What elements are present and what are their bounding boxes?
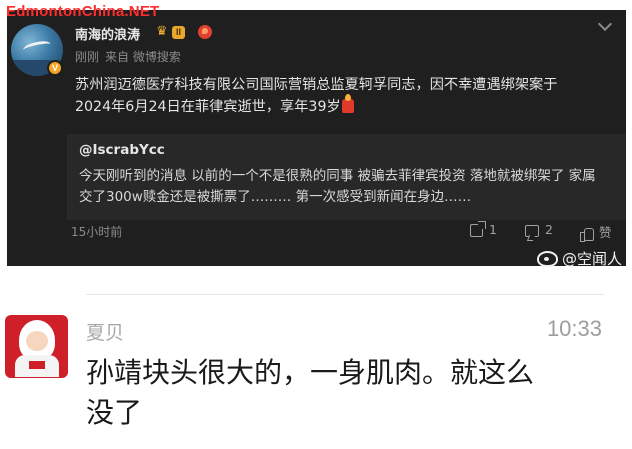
candle-icon bbox=[341, 94, 354, 113]
like-icon bbox=[580, 227, 594, 242]
post-meta-source: 来自 微博搜索 bbox=[105, 50, 181, 64]
repost-block[interactable]: @IscrabYcc 今天刚听到的消息 以前的一个不是很熟的同事 被骗去菲律宾投… bbox=[67, 134, 626, 220]
verified-badge-icon: V bbox=[47, 60, 63, 76]
repost-text-line2: 交了300w赎金还是被撕票了……… 第一次感受到新闻在身边…… bbox=[79, 189, 472, 205]
post-meta-time: 刚刚 bbox=[75, 50, 100, 64]
comment-button[interactable]: 2 bbox=[525, 222, 553, 238]
post-text-line2: 2024年6月24日在菲律宾逝世，享年39岁 bbox=[75, 99, 341, 115]
crown-icon: ♛ bbox=[156, 24, 168, 39]
weibo-post-card: V 南海的浪涛 ♛ II 刚刚 来自 微博搜索 苏州润迈德医疗科技有限公司国际营销… bbox=[7, 10, 626, 269]
post-meta: 刚刚 来自 微博搜索 bbox=[75, 48, 187, 65]
post-text-line1: 苏州润迈德医疗科技有限公司国际营销总监夏轲孚同志，因不幸遭遇绑架案于 bbox=[75, 77, 558, 93]
post-text: 苏州润迈德医疗科技有限公司国际营销总监夏轲孚同志，因不幸遭遇绑架案于 2024年… bbox=[75, 74, 595, 118]
divider bbox=[86, 294, 604, 295]
like-label: 赞 bbox=[599, 225, 612, 240]
level-badge: II bbox=[172, 26, 186, 39]
share-button[interactable]: 1 bbox=[470, 221, 497, 238]
repost-author[interactable]: @IscrabYcc bbox=[79, 142, 165, 158]
chevron-down-icon[interactable] bbox=[597, 16, 613, 32]
weibo-source-watermark: @空闻人 bbox=[537, 248, 622, 269]
share-count: 1 bbox=[489, 222, 497, 237]
repost-text-line1: 今天刚听到的消息 以前的一个不是很熟的同事 被骗去菲律宾投资 落地就被绑架了 家… bbox=[79, 168, 596, 184]
fan-badge-icon bbox=[198, 25, 212, 39]
post-username[interactable]: 南海的浪涛 bbox=[75, 24, 140, 43]
like-button[interactable]: 赞 bbox=[580, 222, 612, 242]
comment-count: 2 bbox=[545, 222, 553, 237]
repost-text: 今天刚听到的消息 以前的一个不是很熟的同事 被骗去菲律宾投资 落地就被绑架了 家… bbox=[79, 166, 619, 208]
message-time: 10:33 bbox=[546, 316, 602, 341]
share-icon bbox=[470, 221, 486, 237]
message-sender: 夏贝 bbox=[86, 322, 125, 344]
bird-icon bbox=[22, 39, 52, 55]
message-avatar[interactable] bbox=[5, 315, 68, 378]
site-watermark: EdmontonChina.NET bbox=[6, 3, 160, 20]
source-handle: @空闻人 bbox=[562, 250, 623, 268]
post-time: 15小时前 bbox=[71, 225, 123, 239]
comment-icon bbox=[525, 225, 539, 237]
message-text: 孙靖块头很大的，一身肌肉。就这么 没了 bbox=[86, 356, 535, 429]
weibo-logo-icon bbox=[537, 250, 558, 267]
